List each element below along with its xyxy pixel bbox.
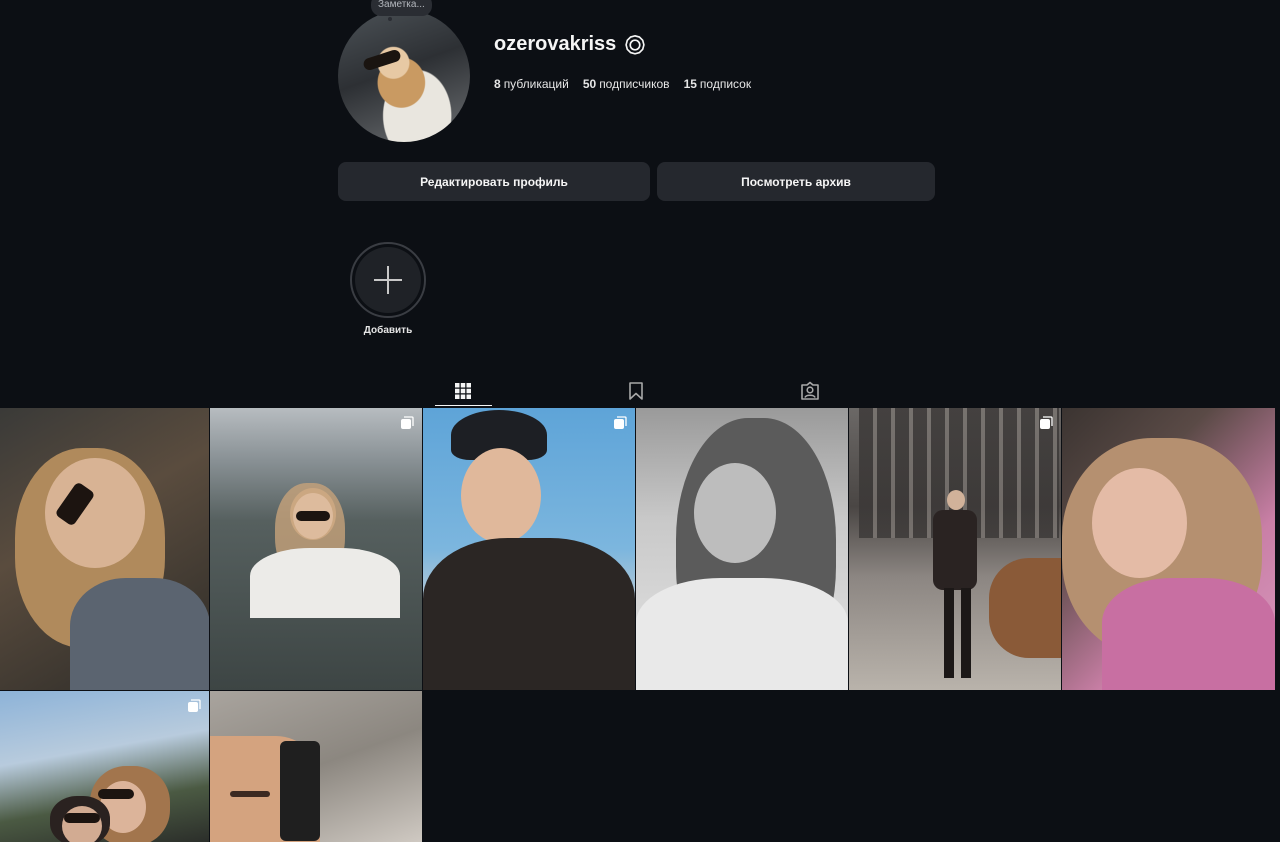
tab-saved[interactable]: [608, 376, 664, 406]
post-thumbnail[interactable]: [636, 408, 848, 690]
post-thumbnail[interactable]: [210, 408, 422, 690]
settings-icon[interactable]: [624, 34, 646, 56]
add-highlight-label: Добавить: [363, 325, 413, 336]
post-thumbnail[interactable]: [0, 408, 209, 690]
note-bubble[interactable]: Заметка...: [371, 0, 432, 16]
plus-icon: [374, 266, 402, 294]
avatar-image: [338, 10, 470, 142]
tab-tagged[interactable]: [782, 376, 838, 406]
note-bubble-tail: [388, 17, 392, 21]
stat-followers[interactable]: 50 подписчиков: [583, 77, 670, 91]
profile-username: ozerovakriss: [494, 33, 617, 55]
stat-posts: 8 публикаций: [494, 77, 569, 91]
multi-photo-icon: [614, 416, 627, 429]
post-thumbnail[interactable]: [0, 691, 209, 842]
active-tab-indicator: [435, 405, 492, 406]
bookmark-icon: [629, 382, 643, 400]
profile-avatar[interactable]: [338, 10, 470, 142]
tab-posts[interactable]: [435, 376, 491, 406]
view-archive-button[interactable]: Посмотреть архив: [657, 162, 935, 201]
post-thumbnail[interactable]: [210, 691, 422, 842]
post-thumbnail[interactable]: [1062, 408, 1275, 690]
multi-photo-icon: [401, 416, 414, 429]
tagged-icon: [801, 381, 819, 400]
profile-page: Заметка... ozerovakriss 8 публикаций 50 по…: [0, 0, 1280, 842]
multi-photo-icon: [188, 699, 201, 712]
multi-photo-icon: [1040, 416, 1053, 429]
profile-stats: 8 публикаций 50 подписчиков 15 подписок: [494, 77, 751, 91]
edit-profile-button[interactable]: Редактировать профиль: [338, 162, 650, 201]
post-thumbnail[interactable]: [849, 408, 1061, 690]
post-thumbnail[interactable]: [423, 408, 635, 690]
grid-icon: [455, 383, 471, 399]
stat-following[interactable]: 15 подписок: [684, 77, 752, 91]
add-highlight-button[interactable]: [350, 242, 426, 318]
